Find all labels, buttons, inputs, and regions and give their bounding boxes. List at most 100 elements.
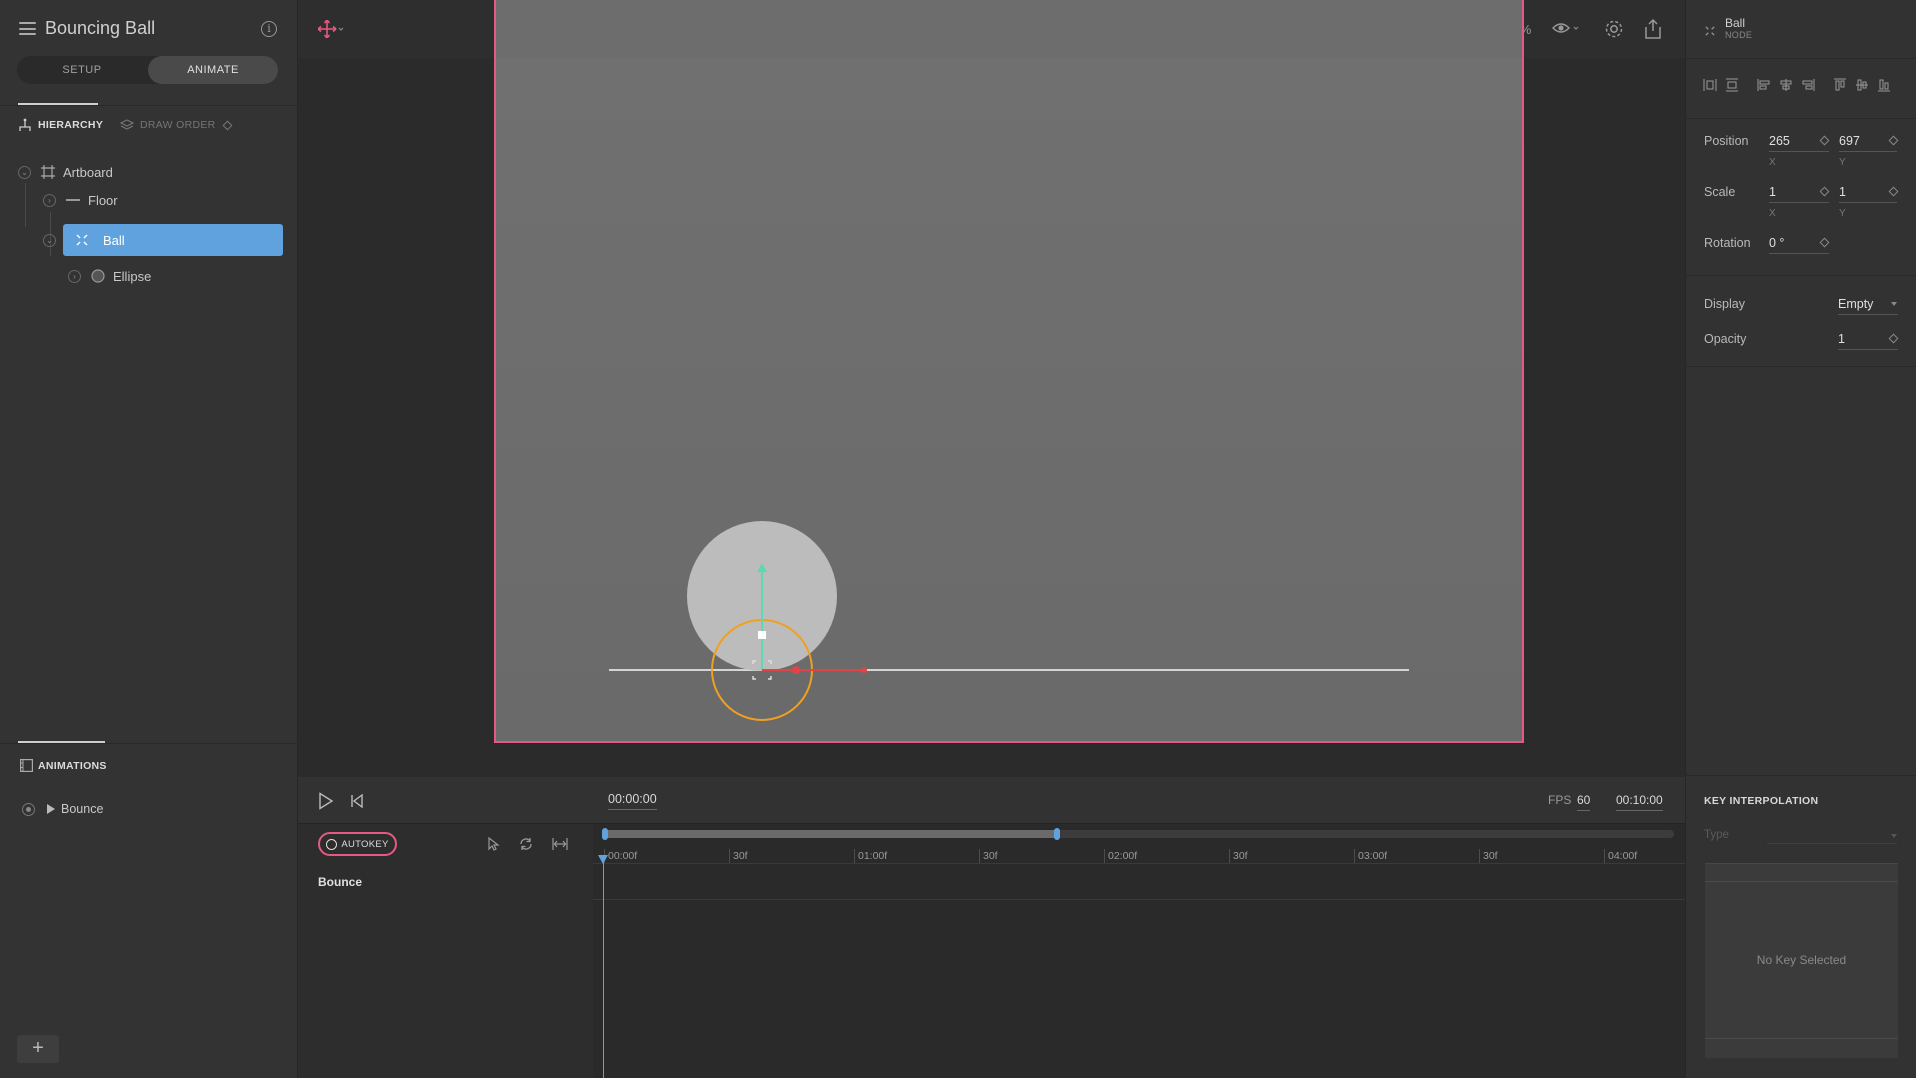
move-tool-icon[interactable] bbox=[317, 19, 344, 41]
inspector-node-type: NODE bbox=[1725, 30, 1753, 40]
current-time-field[interactable]: 00:00:00 bbox=[608, 792, 657, 810]
animations-title-label: ANIMATIONS bbox=[38, 759, 107, 772]
align-left-icon[interactable] bbox=[1757, 78, 1771, 92]
chevron-right-icon[interactable]: › bbox=[68, 269, 81, 283]
animation-item-bounce[interactable]: Bounce bbox=[22, 800, 103, 818]
rotation-label: Rotation bbox=[1704, 236, 1751, 250]
chevron-down-icon[interactable] bbox=[1891, 834, 1897, 838]
align-center-icon[interactable] bbox=[1779, 78, 1793, 92]
display-select[interactable]: Empty bbox=[1838, 295, 1898, 315]
divider bbox=[0, 105, 298, 106]
export-icon[interactable] bbox=[1643, 18, 1663, 43]
axis-x-label: X bbox=[1769, 208, 1776, 219]
autokey-label: AUTOKEY bbox=[341, 838, 389, 850]
tree-item-label: Artboard bbox=[63, 164, 113, 180]
tree-item-floor[interactable]: › Floor bbox=[43, 184, 118, 216]
align-vertical-distribute-icon[interactable] bbox=[1725, 78, 1739, 92]
stopwatch-icon bbox=[326, 838, 338, 850]
animate-mode-button[interactable]: ANIMATE bbox=[148, 56, 278, 84]
hamburger-menu-icon[interactable] bbox=[19, 22, 36, 35]
gear-icon[interactable] bbox=[1603, 18, 1625, 43]
info-icon[interactable]: i bbox=[261, 21, 277, 37]
position-y-input[interactable]: 697 bbox=[1839, 132, 1897, 152]
select-cursor-icon[interactable] bbox=[486, 836, 500, 854]
ping-pong-icon[interactable] bbox=[552, 837, 568, 854]
no-key-selected-message: No Key Selected bbox=[1756, 953, 1847, 967]
scale-x-input[interactable]: 1 bbox=[1769, 183, 1829, 203]
active-animation-radio[interactable] bbox=[22, 802, 35, 816]
animations-tab-underline bbox=[18, 741, 105, 743]
opacity-input[interactable]: 1 bbox=[1838, 330, 1898, 350]
timeline-track-row[interactable] bbox=[593, 864, 1685, 900]
tab-hierarchy-label: HIERARCHY bbox=[38, 119, 104, 131]
go-to-start-button[interactable] bbox=[350, 792, 364, 813]
playhead-line bbox=[603, 858, 604, 1078]
rotation-input[interactable]: 0 ° bbox=[1769, 234, 1829, 254]
chevron-down-icon[interactable]: ⌄ bbox=[43, 233, 56, 247]
layers-icon bbox=[120, 119, 134, 130]
tree-item-label: Ellipse bbox=[113, 268, 152, 284]
node-icon bbox=[1705, 26, 1715, 36]
setup-mode-button[interactable]: SETUP bbox=[17, 56, 147, 84]
interpolation-type-select[interactable] bbox=[1767, 843, 1897, 844]
x-axis-handle[interactable] bbox=[861, 667, 867, 673]
ellipse-icon bbox=[91, 269, 105, 283]
ruler-tick: 00:00f bbox=[604, 849, 637, 863]
align-right-icon[interactable] bbox=[1801, 78, 1815, 92]
align-bottom-icon[interactable] bbox=[1877, 78, 1891, 92]
tab-draw-order-label: DRAW ORDER bbox=[140, 119, 216, 131]
divider bbox=[1685, 58, 1916, 59]
axis-y-label: Y bbox=[1839, 157, 1846, 168]
tab-hierarchy[interactable]: HIERARCHY bbox=[18, 118, 103, 132]
tree-item-ball[interactable]: ⌄ Ball bbox=[0, 224, 298, 256]
work-area-start-handle[interactable] bbox=[602, 828, 608, 840]
axis-x-label: X bbox=[1769, 157, 1776, 168]
play-icon bbox=[47, 804, 55, 814]
add-animation-button[interactable]: + bbox=[17, 1035, 59, 1063]
ruler-tick: 03:00f bbox=[1354, 849, 1387, 863]
divider bbox=[1685, 366, 1916, 367]
inspector-node-header: Ball NODE bbox=[1705, 16, 1752, 40]
project-title: Bouncing Ball bbox=[45, 18, 156, 38]
ruler-tick: 30f bbox=[979, 849, 998, 863]
timeline-ruler[interactable] bbox=[593, 842, 1685, 864]
axis-y-label: Y bbox=[1839, 208, 1846, 219]
ruler-tick: 30f bbox=[1479, 849, 1498, 863]
timeline-controls bbox=[298, 777, 1685, 824]
align-horizontal-distribute-icon[interactable] bbox=[1703, 78, 1717, 92]
fps-field[interactable]: 60 bbox=[1577, 793, 1591, 811]
artboard-icon bbox=[41, 165, 55, 179]
position-x-input[interactable]: 265 bbox=[1769, 132, 1829, 152]
key-interpolation-title: KEY INTERPOLATION bbox=[1704, 795, 1819, 807]
animation-item-label: Bounce bbox=[61, 802, 104, 816]
align-top-icon[interactable] bbox=[1833, 78, 1847, 92]
chevron-right-icon[interactable]: › bbox=[43, 193, 56, 207]
chevron-down-icon[interactable] bbox=[1891, 302, 1897, 306]
autokey-button[interactable]: AUTOKEY bbox=[318, 832, 397, 856]
ruler-tick: 01:00f bbox=[854, 849, 887, 863]
scene-canvas[interactable] bbox=[496, 58, 1522, 741]
align-middle-icon[interactable] bbox=[1855, 78, 1869, 92]
play-button[interactable] bbox=[318, 792, 334, 813]
interpolation-type-label: Type bbox=[1704, 829, 1729, 841]
tree-item-label: Floor bbox=[88, 192, 118, 208]
tab-draw-order[interactable]: DRAW ORDER bbox=[120, 118, 232, 132]
timeline-track-label: Bounce bbox=[318, 875, 363, 889]
eye-visibility-icon[interactable] bbox=[1552, 20, 1586, 39]
duration-field[interactable]: 00:10:00 bbox=[1616, 793, 1663, 811]
translate-handle[interactable] bbox=[758, 631, 766, 639]
chevron-down-icon[interactable]: ⌄ bbox=[18, 165, 31, 179]
loop-icon[interactable] bbox=[518, 837, 534, 854]
tree-item-ellipse[interactable]: › Ellipse bbox=[68, 260, 151, 292]
mode-switch: SETUP ANIMATE bbox=[17, 56, 278, 84]
playhead-handle[interactable] bbox=[598, 855, 608, 864]
film-icon bbox=[20, 759, 33, 772]
scale-label: Scale bbox=[1704, 185, 1736, 199]
scale-handle[interactable] bbox=[792, 666, 800, 674]
work-area-end-handle[interactable] bbox=[1054, 828, 1060, 840]
scale-y-input[interactable]: 1 bbox=[1839, 183, 1897, 203]
rectangle-shape-icon bbox=[66, 193, 80, 207]
animations-title: ANIMATIONS bbox=[20, 759, 107, 772]
ruler-tick: 30f bbox=[1229, 849, 1248, 863]
work-area-range[interactable] bbox=[604, 830, 1059, 838]
